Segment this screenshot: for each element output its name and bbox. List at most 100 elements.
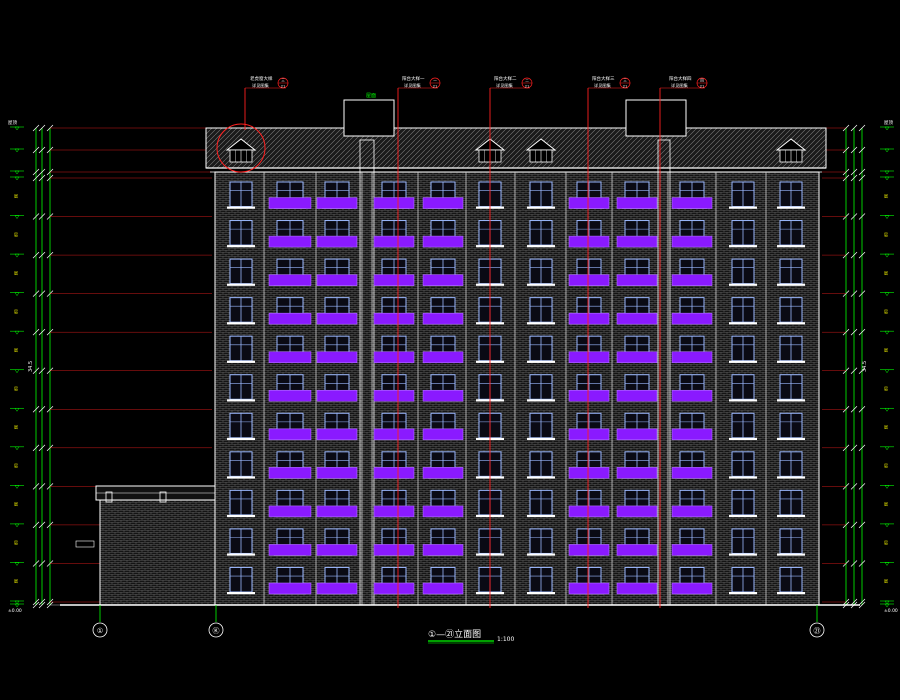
level-symbol [14, 485, 20, 489]
balcony-railing [373, 351, 415, 364]
balcony-railing [671, 274, 713, 286]
window-sill [777, 514, 805, 518]
callout-title: 阳台大样一 [402, 75, 425, 82]
balcony-railing [671, 582, 713, 595]
balcony-railing [373, 505, 415, 518]
balcony-railing [316, 235, 358, 248]
balcony-railing [671, 235, 713, 248]
balcony-railing [616, 235, 658, 248]
level-symbol [14, 170, 20, 175]
roof-level-right: 屋顶 [884, 120, 893, 126]
window-sill [777, 553, 805, 556]
level-symbol [884, 253, 890, 258]
balcony-railing [568, 312, 610, 325]
level-symbol [884, 215, 890, 219]
level-symbol [14, 148, 20, 153]
balcony-railing [568, 274, 610, 286]
balcony-railing [316, 428, 358, 441]
level-symbol [884, 148, 890, 153]
window-sill [527, 322, 555, 325]
balcony-railing [268, 389, 312, 402]
floor-tag: 层 [884, 578, 888, 584]
level-symbol [884, 292, 890, 297]
balcony-railing [671, 389, 713, 402]
balcony-railing [568, 428, 610, 441]
window-sill [527, 360, 555, 363]
callout-title: 阳台大样三 [592, 75, 615, 82]
window-sill [227, 476, 255, 479]
balcony-railing [422, 389, 464, 402]
balcony-railing [568, 582, 610, 595]
window-sill [777, 360, 805, 363]
floor-tag: 层 [14, 385, 18, 391]
balcony-railing [373, 197, 415, 209]
window-sill [527, 399, 555, 402]
balcony-railing [616, 389, 658, 402]
balcony-railing [268, 351, 312, 364]
callout-page: 21 [623, 85, 628, 89]
level-symbol [884, 408, 890, 412]
level-symbol [884, 523, 890, 528]
balcony-railing [616, 312, 658, 325]
callout-ref: 一 [433, 79, 437, 83]
floor-tag: 层 [884, 539, 888, 545]
window-sill [227, 592, 255, 595]
level-symbol [14, 369, 20, 374]
level-symbol [14, 446, 20, 451]
balcony-railing [568, 544, 610, 556]
window-sill [227, 553, 255, 556]
level-symbol [14, 330, 20, 335]
callout-page: 21 [700, 85, 705, 89]
callout-subtitle: 详见图集 [594, 82, 612, 89]
drawing-title-text: ①—㉑立面图 [428, 628, 481, 640]
callout-page: 21 [525, 85, 530, 89]
level-symbol [884, 176, 890, 181]
floor-tag: 层 [14, 424, 18, 430]
window-sill [227, 399, 255, 402]
floor-tag: 层 [14, 539, 18, 545]
balcony-railing [316, 467, 358, 479]
balcony-railing [316, 544, 358, 556]
level-symbol [884, 485, 890, 489]
window-sill [527, 245, 555, 248]
balcony-railing [671, 197, 713, 209]
callout-ref: 四 [700, 79, 704, 83]
window-sill [227, 283, 255, 286]
balcony-railing [568, 505, 610, 518]
callout-title: 阳台大样二 [494, 75, 517, 82]
level-symbol [14, 562, 20, 566]
balcony-railing [316, 274, 358, 286]
level-symbol [884, 446, 890, 451]
grid-axis-left: ① [97, 627, 103, 635]
callout-subtitle: 详见图集 [496, 82, 514, 89]
callout-title: 老虎窗大样 [250, 75, 273, 82]
window-sill [729, 592, 757, 595]
ground-level-left: ±0.00 [8, 608, 22, 614]
balcony-railing [268, 312, 312, 325]
window-sill [729, 360, 757, 363]
grid-axis-right: ㉑ [814, 627, 821, 635]
window-sill [777, 592, 805, 595]
balcony-railing [268, 505, 312, 518]
level-symbol [14, 600, 20, 605]
balcony-railing [568, 235, 610, 248]
balcony-railing [316, 389, 358, 402]
balcony-railing [616, 428, 658, 441]
balcony-railing [568, 351, 610, 364]
balcony-railing [316, 312, 358, 325]
balcony-railing [422, 274, 464, 286]
balcony-railing [373, 274, 415, 286]
balcony-railing [616, 582, 658, 595]
balcony-railing [268, 197, 312, 209]
grid-axis-middle: Ⓚ [213, 627, 220, 635]
floor-tag: 层 [884, 269, 888, 275]
window-sill [729, 206, 757, 209]
window-sill [227, 322, 255, 325]
level-symbol [14, 253, 20, 258]
balcony-railing [616, 351, 658, 364]
window-sill [227, 514, 255, 518]
window-sill [777, 437, 805, 441]
ground-level-right: ±0.00 [884, 608, 898, 614]
window-sill [527, 437, 555, 441]
balcony-railing [316, 505, 358, 518]
